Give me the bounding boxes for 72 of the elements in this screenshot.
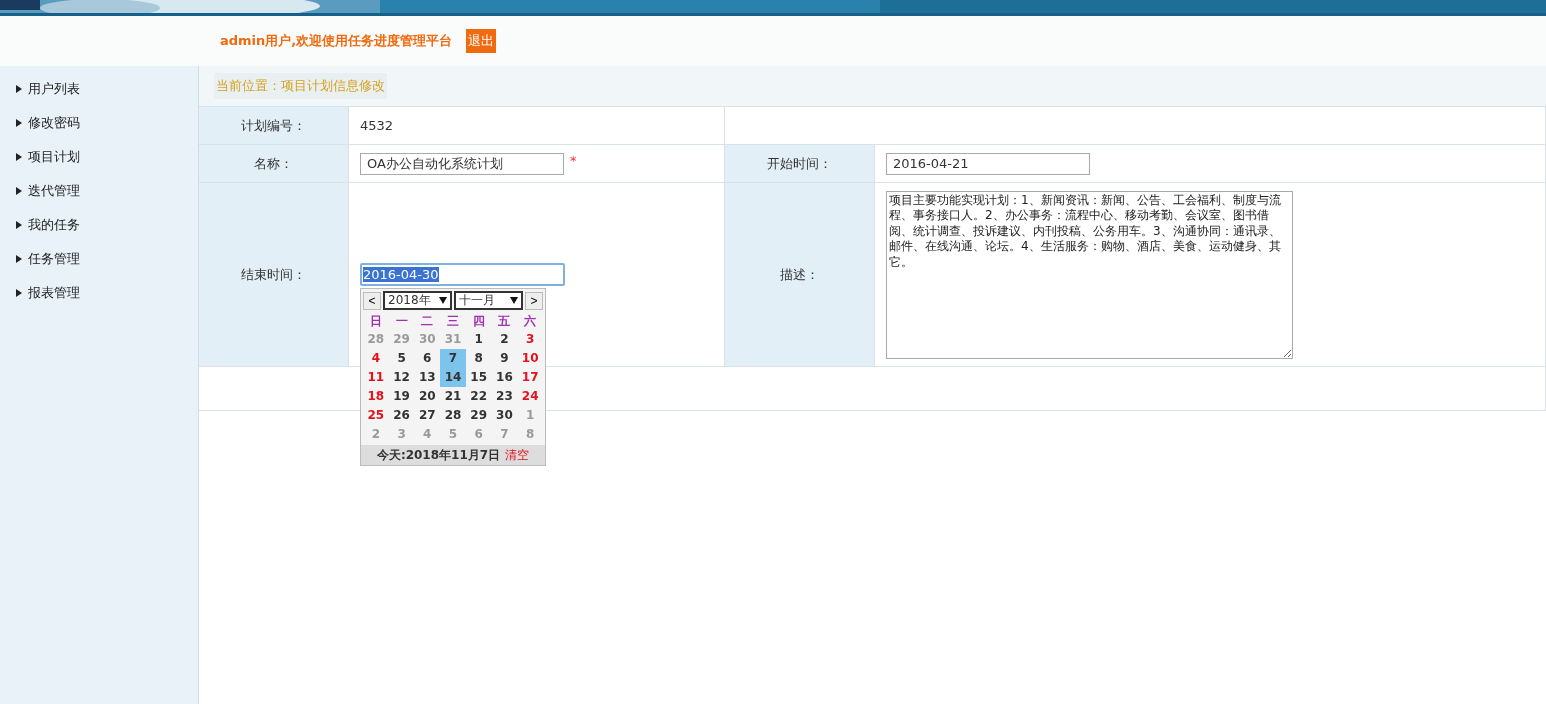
caret-icon <box>510 297 518 304</box>
triangle-icon <box>16 289 22 297</box>
weekday-label: 一 <box>394 313 409 330</box>
sidebar-item[interactable]: 任务管理 <box>0 242 198 276</box>
calendar-day[interactable]: 2 <box>491 330 518 349</box>
date-field[interactable]: 2016-04-30 <box>360 263 565 286</box>
triangle-icon <box>16 85 22 93</box>
sidebar-item[interactable]: 项目计划 <box>0 140 198 174</box>
triangle-icon <box>16 153 22 161</box>
today-link[interactable]: 今天:2018年11月7日 <box>376 446 501 464</box>
year-select[interactable]: 2018年 <box>383 291 452 310</box>
prev-month-button[interactable]: < <box>363 291 381 310</box>
next-month-button[interactable]: > <box>525 291 543 310</box>
calendar-day[interactable]: 13 <box>414 368 441 387</box>
field-label: 描述： <box>780 265 819 284</box>
weekday-label: 四 <box>471 313 486 330</box>
calendar-day[interactable]: 3 <box>517 330 543 349</box>
sidebar-item[interactable]: 迭代管理 <box>0 174 198 208</box>
calendar-day[interactable]: 20 <box>414 387 441 406</box>
triangle-icon <box>16 221 22 229</box>
calendar-day[interactable]: 14 <box>440 368 466 387</box>
field-label: 计划编号： <box>241 116 306 135</box>
triangle-icon <box>16 119 22 127</box>
calendar-day[interactable]: 18 <box>363 387 389 406</box>
calendar-day[interactable]: 17 <box>517 368 543 387</box>
calendar-day[interactable]: 25 <box>363 406 389 425</box>
weekday-label: 六 <box>523 313 538 330</box>
calendar-day[interactable]: 15 <box>465 368 492 387</box>
calendar-day[interactable]: 24 <box>517 387 543 406</box>
calendar-day[interactable]: 1 <box>465 330 492 349</box>
calendar-day[interactable]: 27 <box>414 406 441 425</box>
weekday-label: 三 <box>446 313 460 330</box>
description-field[interactable]: 项目主要功能实现计划：1、新闻资讯：新闻、公告、工会福利、制度与流程、事务接口人。2、办公事务：流程中心、移动考勤、会议室、图书借阅、统计调查、投诉建议、内刊投稿、公务用车。3、沟通协同：通讯录、邮件、在线沟通、论坛。4、生活服务：购物、酒店、美食、运动健身、其它。 <box>886 190 1293 359</box>
calendar-day[interactable]: 4 <box>363 349 389 368</box>
calendar-day[interactable]: 6 <box>414 349 441 368</box>
calendar-day[interactable]: 11 <box>363 368 389 387</box>
calendar-day[interactable]: 8 <box>465 349 492 368</box>
calendar-day[interactable]: 22 <box>465 387 492 406</box>
welcome-text: admin用户,欢迎使用任务进度管理平台 <box>220 32 453 50</box>
breadcrumb: 当前位置：项目计划信息修改 <box>214 73 387 99</box>
weekday-label: 二 <box>420 313 435 330</box>
required-mark: * <box>570 153 577 168</box>
field-label: 结束时间： <box>241 265 306 284</box>
field-label: 名称： <box>254 154 293 173</box>
calendar-day[interactable]: 9 <box>491 349 518 368</box>
sidebar-item[interactable]: 我的任务 <box>0 208 198 242</box>
calendar-day[interactable]: 29 <box>465 406 492 425</box>
sidebar-item[interactable]: 用户列表 <box>0 72 198 106</box>
calendar-day[interactable]: 19 <box>388 387 415 406</box>
calendar-day[interactable]: 16 <box>491 368 518 387</box>
clear-link[interactable]: 清空 <box>505 446 530 464</box>
calendar-day[interactable]: 7 <box>440 349 466 368</box>
calendar-day[interactable]: 5 <box>388 349 415 368</box>
calendar-day[interactable]: 12 <box>388 368 415 387</box>
calendar-day[interactable]: 30 <box>491 406 518 425</box>
sidebar-item[interactable]: 修改密码 <box>0 106 198 140</box>
field-value: 4532 <box>360 118 394 133</box>
triangle-icon <box>16 187 22 195</box>
weekday-label: 日 <box>368 313 383 330</box>
field-label: 开始时间： <box>767 154 832 173</box>
calendar-day[interactable]: 26 <box>388 406 415 425</box>
caret-icon <box>439 297 447 304</box>
month-select[interactable]: 十一月 <box>454 291 523 310</box>
date-field[interactable]: 2016-04-21 <box>886 152 1090 175</box>
weekday-label: 五 <box>497 313 512 330</box>
calendar-day[interactable]: 10 <box>517 349 543 368</box>
calendar-day[interactable]: 28 <box>440 406 466 425</box>
calendar-day[interactable]: 21 <box>440 387 466 406</box>
calendar-day[interactable]: 23 <box>491 387 518 406</box>
triangle-icon <box>16 255 22 263</box>
name-field[interactable]: OA办公自动化系统计划 <box>360 152 564 175</box>
sidebar-item[interactable]: 报表管理 <box>0 276 198 310</box>
